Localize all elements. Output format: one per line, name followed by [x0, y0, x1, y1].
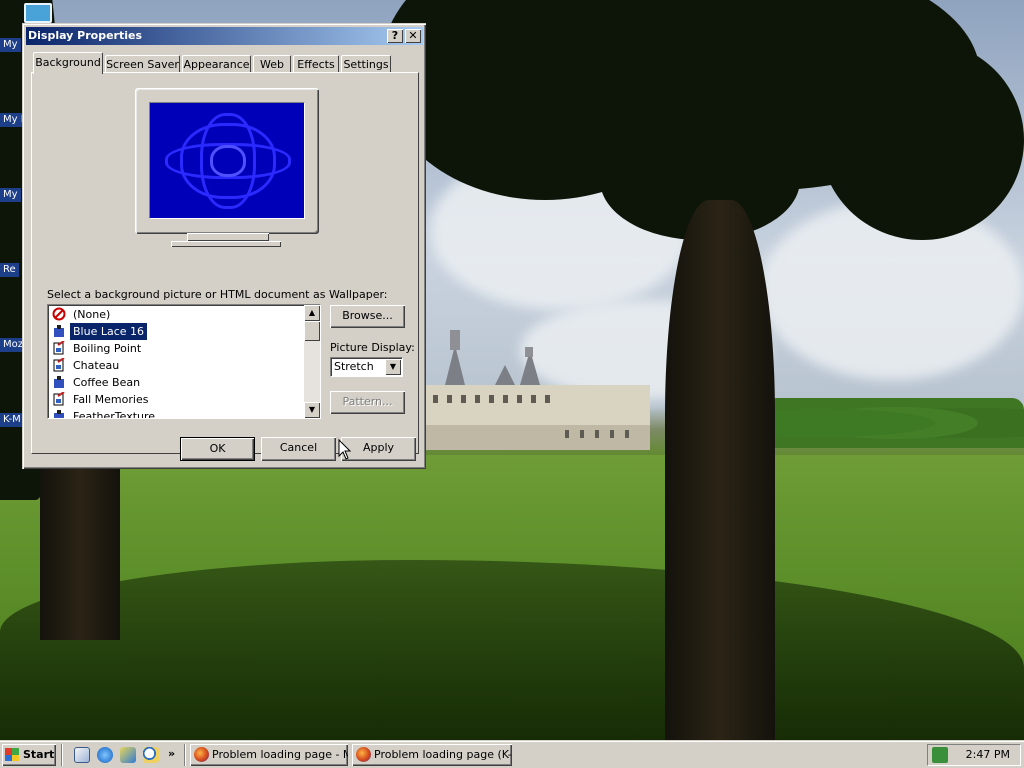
picture-display-select[interactable]: Stretch ▼: [330, 357, 403, 377]
document-icon: [53, 358, 65, 372]
tree-trunk: [40, 460, 120, 640]
desktop-icon-my-network[interactable]: My: [0, 188, 21, 202]
network-icon[interactable]: [932, 747, 948, 763]
tab-screen-saver[interactable]: Screen Saver: [105, 55, 180, 73]
treeline: [765, 398, 1024, 448]
close-button[interactable]: ✕: [405, 29, 421, 43]
tab-web[interactable]: Web: [253, 55, 291, 73]
quick-launch-overflow-button[interactable]: »: [168, 747, 175, 760]
monitor-stand: [187, 233, 269, 241]
picture-display-label: Picture Display:: [330, 341, 415, 354]
dialog-titlebar[interactable]: Display Properties ? ✕: [26, 27, 423, 45]
ok-button[interactable]: OK: [180, 437, 255, 461]
desktop-icon-recycle-bin[interactable]: Re: [0, 263, 19, 277]
task-button-firefox-1[interactable]: Problem loading page - M...: [190, 744, 348, 766]
mouse-cursor-icon: [338, 439, 352, 460]
dialog-title: Display Properties: [28, 29, 143, 42]
tab-background[interactable]: Background: [33, 52, 103, 74]
tab-appearance[interactable]: Appearance: [182, 55, 251, 73]
desktop-icon-k-meleon[interactable]: K-M: [0, 413, 24, 427]
desktop-icon-my-documents[interactable]: My: [0, 38, 21, 52]
tree-trunk: [665, 200, 775, 740]
wallpaper-prompt: Select a background picture or HTML docu…: [47, 288, 388, 301]
chevron-down-icon[interactable]: ▼: [385, 359, 401, 375]
display-properties-dialog: Display Properties ? ✕ Background Screen…: [22, 23, 426, 469]
windows-logo-icon: [5, 748, 19, 761]
separator: [184, 744, 186, 766]
task-button-firefox-2[interactable]: Problem loading page (K-...: [352, 744, 512, 766]
cancel-button[interactable]: Cancel: [261, 437, 336, 461]
tab-effects[interactable]: Effects: [293, 55, 339, 73]
tree-canopy: [820, 40, 1024, 240]
lace-pattern: [210, 145, 246, 177]
wallpaper-preview: [149, 102, 305, 219]
paint-icon: [54, 325, 64, 337]
apply-button[interactable]: Apply: [341, 437, 416, 461]
scroll-down-button[interactable]: ▼: [304, 402, 320, 418]
paint-icon: [54, 376, 64, 388]
none-icon: [52, 307, 66, 321]
show-desktop-icon[interactable]: [74, 747, 90, 763]
browse-button[interactable]: Browse...: [330, 305, 405, 328]
scroll-thumb[interactable]: [304, 321, 320, 341]
chateau-illustration: [425, 330, 650, 450]
background-tab-panel: Select a background picture or HTML docu…: [31, 72, 419, 454]
start-button[interactable]: Start: [2, 744, 56, 766]
document-icon: [53, 341, 65, 355]
desktop-icon-image[interactable]: [24, 3, 52, 23]
taskbar: Start » Problem loading page - M... Prob…: [0, 740, 1024, 768]
separator: [61, 744, 63, 766]
clock[interactable]: 2:47 PM: [966, 748, 1010, 761]
monitor-base: [171, 241, 281, 247]
wallpaper-list[interactable]: (None) Blue Lace 16 Boiling Point Chatea…: [47, 304, 321, 419]
paint-icon: [54, 410, 64, 418]
help-button[interactable]: ?: [387, 29, 403, 43]
search-icon[interactable]: [143, 747, 159, 763]
tab-settings[interactable]: Settings: [341, 55, 391, 73]
list-scrollbar[interactable]: ▲ ▼: [304, 305, 320, 418]
firefox-icon: [356, 747, 371, 762]
firefox-icon: [194, 747, 209, 762]
outlook-express-icon[interactable]: [120, 747, 136, 763]
monitor-preview: [135, 88, 319, 234]
scroll-up-button[interactable]: ▲: [304, 305, 320, 321]
document-icon: [53, 392, 65, 406]
internet-explorer-icon[interactable]: [97, 747, 113, 763]
system-tray: 2:47 PM: [927, 744, 1021, 766]
pattern-button: Pattern...: [330, 391, 405, 414]
